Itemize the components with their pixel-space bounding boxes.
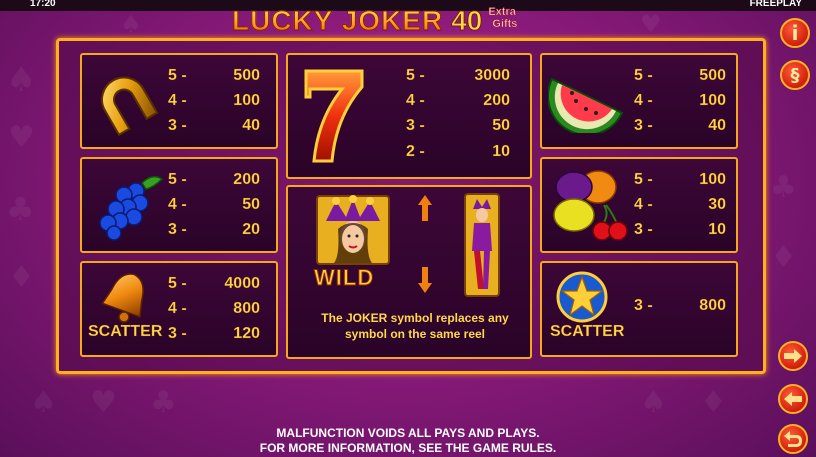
paytable-horseshoe: 5 - 500 4 - 100 3 - 40 [80,53,278,149]
pay-value: 50 [242,196,260,213]
pay-count: 5 - [168,67,187,84]
pay-value: 40 [242,117,260,134]
return-arrow-icon [784,431,802,447]
previous-page-button[interactable] [778,384,808,414]
disclaimer: MALFUNCTION VOIDS ALL PAYS AND PLAYS. FO… [200,426,616,456]
wild-description: The JOKER symbol replaces any symbol on … [300,310,530,342]
pay-count: 4 - [168,196,187,213]
pay-count: 5 - [168,171,187,188]
pay-count: 4 - [634,196,653,213]
paytable-seven: 5 - 3000 4 - 200 3 - 50 2 - 10 [286,53,532,179]
pay-count: 4 - [634,92,653,109]
pay-count: 4 - [168,92,187,109]
wild-label: WILD [313,265,375,291]
game-logo: LUCKY JOKER 40 Extra Gifts [231,4,532,38]
scatter-label: SCATTER [88,323,163,340]
pay-value: 30 [708,196,726,213]
pay-count: 2 - [406,143,425,160]
pay-value: 800 [233,300,260,317]
arrow-up-icon [418,195,432,221]
pay-count: 3 - [634,117,653,134]
section-icon: § [790,64,800,86]
pay-count: 3 - [406,117,425,134]
pay-value: 500 [699,67,726,84]
grapes-icon [99,176,164,241]
pay-count: 3 - [634,221,653,238]
paytable-star-scatter: SCATTER 3 - 800 [540,261,738,357]
pay-count: 3 - [634,297,653,314]
pay-value: 10 [708,221,726,238]
logo-number: 40 [451,5,483,37]
seven-icon [304,69,364,163]
pay-value: 10 [492,143,510,160]
pay-value: 100 [233,92,260,109]
info-button[interactable]: i [780,18,810,48]
logo-extra-line2: Gifts [492,18,518,31]
logo-extra-line1: Extra [488,6,516,19]
pay-value: 3000 [474,67,510,84]
rules-button[interactable]: § [780,60,810,90]
pay-count: 5 - [168,275,187,292]
paytable-grapes: 5 - 200 4 - 50 3 - 20 [80,157,278,253]
pay-value: 120 [233,325,260,342]
horseshoe-icon [101,76,159,137]
pay-count: 5 - [634,67,653,84]
pay-count: 5 - [406,67,425,84]
pay-value: 40 [708,117,726,134]
fruits-icon [553,170,628,241]
next-page-button[interactable] [778,341,808,371]
pay-value: 100 [699,92,726,109]
wild-description-line1: The JOKER symbol replaces any [321,311,509,325]
wild-description-line2: symbol on the same reel [344,327,486,341]
scatter-label: SCATTER [550,323,625,340]
star-icon [556,271,608,323]
joker-icon [316,195,390,265]
pay-count: 3 - [168,325,187,342]
clock-text: 17:20 [30,0,56,9]
logo-extra-gifts: Extra Gifts [486,6,532,36]
paytable-bell-scatter: SCATTER 5 - 4000 4 - 800 3 - 120 [80,261,278,357]
disclaimer-line2: FOR MORE INFORMATION, SEE THE GAME RULES… [259,441,557,455]
return-to-game-button[interactable] [778,424,808,454]
pay-value: 4000 [224,275,260,292]
pay-value: 200 [233,171,260,188]
pay-count: 4 - [406,92,425,109]
pay-value: 20 [242,221,260,238]
arrow-right-icon [784,349,802,363]
paytable-watermelon: 5 - 500 4 - 100 3 - 40 [540,53,738,149]
arrow-down-icon [418,267,432,293]
pay-value: 800 [699,297,726,314]
info-icon: i [791,21,799,45]
paytable-fruits: 5 - 100 4 - 30 3 - 10 [540,157,738,253]
watermelon-icon [548,77,624,133]
pay-value: 50 [492,117,510,134]
pay-count: 3 - [168,221,187,238]
disclaimer-line1: MALFUNCTION VOIDS ALL PAYS AND PLAYS. [276,426,540,440]
bell-icon [101,273,144,323]
arrow-left-icon [784,392,802,406]
pay-value: 500 [233,67,260,84]
joker-reel-icon [464,193,500,297]
pay-count: 3 - [168,117,187,134]
pay-count: 4 - [168,300,187,317]
logo-title: LUCKY JOKER [231,5,444,37]
pay-count: 5 - [634,171,653,188]
pay-value: 200 [483,92,510,109]
freeplay-label: FREEPLAY [749,0,802,9]
pay-value: 100 [699,171,726,188]
